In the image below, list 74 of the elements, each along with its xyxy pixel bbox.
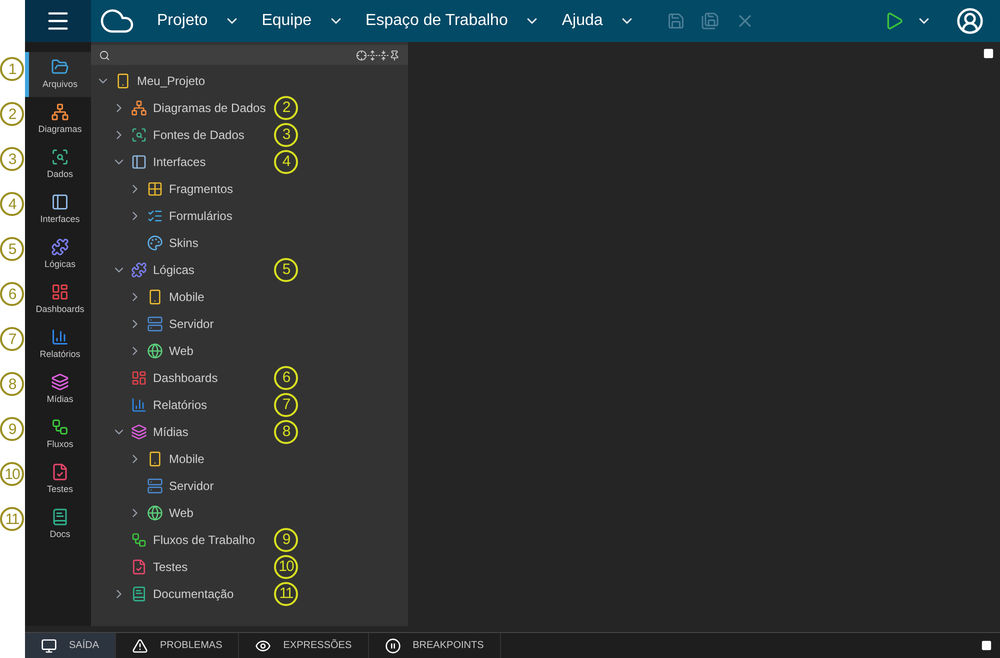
tree-item[interactable]: Skins — [169, 234, 198, 252]
tree-item[interactable]: Meu_Projeto — [137, 72, 206, 90]
tree-item[interactable]: Mobile — [169, 450, 204, 468]
menu-item[interactable]: Espaço de Trabalho — [366, 9, 540, 33]
sidebar-item[interactable]: Arquivos — [25, 52, 91, 97]
tree-item[interactable]: Fluxos de Trabalho — [153, 530, 256, 548]
tree-item[interactable]: Web — [169, 504, 194, 522]
callout-number: 3 — [274, 122, 298, 146]
callout-number: 9 — [0, 417, 24, 441]
search-icon — [99, 50, 110, 60]
panel-tab[interactable]: PROBLEMAS — [116, 633, 240, 658]
tree-item[interactable]: Formulários — [169, 206, 232, 224]
pin-icon[interactable] — [389, 50, 400, 60]
tree-item[interactable]: Fontes de Dados — [153, 126, 244, 144]
callout-number: 11 — [274, 582, 298, 606]
menu-item[interactable]: Ajuda — [562, 9, 635, 33]
callout-number: 2 — [274, 96, 298, 120]
sidebar-item[interactable]: Lógicas — [25, 232, 91, 277]
callout-number: 10 — [0, 462, 24, 486]
callout-number: 4 — [274, 150, 298, 174]
tree-item[interactable]: Mobile — [169, 288, 204, 306]
callout-number: 2 — [0, 102, 24, 126]
tree-item[interactable]: Documentação — [153, 584, 234, 602]
sidebar-item[interactable]: Relatórios — [25, 322, 91, 367]
eye-icon — [255, 638, 272, 654]
tree-item[interactable]: Mídias — [153, 422, 188, 440]
maximize-icon[interactable] — [983, 48, 994, 59]
callout-number: 6 — [274, 366, 298, 390]
user-avatar-icon[interactable] — [956, 7, 984, 35]
panel-tab[interactable]: EXPRESSÕES — [239, 633, 369, 658]
locate-icon[interactable] — [356, 50, 367, 60]
expand-icon[interactable] — [367, 50, 378, 60]
tree-item[interactable]: Interfaces — [153, 152, 206, 170]
menu-item[interactable]: Projeto — [157, 9, 240, 33]
sidebar-item[interactable]: Mídias — [25, 367, 91, 412]
callout-number: 10 — [274, 554, 298, 578]
sidebar-item[interactable]: Fluxos — [25, 412, 91, 457]
callout-number: 4 — [0, 192, 24, 216]
panel-tab[interactable]: BREAKPOINTS — [368, 633, 501, 658]
tree-item[interactable]: Servidor — [169, 314, 214, 332]
callout-number: 9 — [274, 528, 298, 552]
tree-item[interactable]: Testes — [153, 558, 188, 576]
tree-item[interactable]: Servidor — [169, 476, 214, 494]
sidebar-item[interactable]: Testes — [25, 457, 91, 502]
panel-tab[interactable]: SAÍDA — [25, 633, 116, 658]
menu-button[interactable] — [25, 0, 91, 42]
search-field[interactable] — [91, 45, 408, 65]
callout-number: 3 — [0, 147, 24, 171]
callout-number: 7 — [274, 392, 298, 416]
maximize-icon[interactable] — [981, 640, 992, 651]
sidebar-item[interactable]: Dados — [25, 142, 91, 187]
tree-item[interactable]: Dashboards — [153, 368, 218, 386]
tree-item[interactable]: Web — [169, 342, 194, 360]
collapse-icon[interactable] — [378, 50, 389, 60]
callout-number: 1 — [0, 57, 24, 81]
menu-item[interactable]: Equipe — [262, 9, 344, 33]
tree-item[interactable]: Diagramas de Dados — [153, 98, 266, 116]
callout-number: 8 — [274, 420, 298, 444]
callout-number: 5 — [274, 258, 298, 282]
warning-icon — [132, 638, 148, 654]
sidebar-item[interactable]: Interfaces — [25, 187, 91, 232]
tree-item[interactable]: Lógicas — [153, 260, 194, 278]
tree-item[interactable]: Relatórios — [153, 396, 208, 414]
tree-item[interactable]: Fragmentos — [169, 180, 234, 198]
sidebar-item[interactable]: Diagramas — [25, 97, 91, 142]
callout-number: 6 — [0, 282, 24, 306]
monitor-icon — [41, 638, 57, 654]
callout-number: 7 — [0, 327, 24, 351]
callout-number: 5 — [0, 237, 24, 261]
pause-icon — [384, 638, 401, 654]
callout-number: 11 — [0, 507, 24, 531]
callout-number: 8 — [0, 372, 24, 396]
sidebar-item[interactable]: Dashboards — [25, 277, 91, 322]
sidebar-item[interactable]: Docs — [25, 502, 91, 547]
